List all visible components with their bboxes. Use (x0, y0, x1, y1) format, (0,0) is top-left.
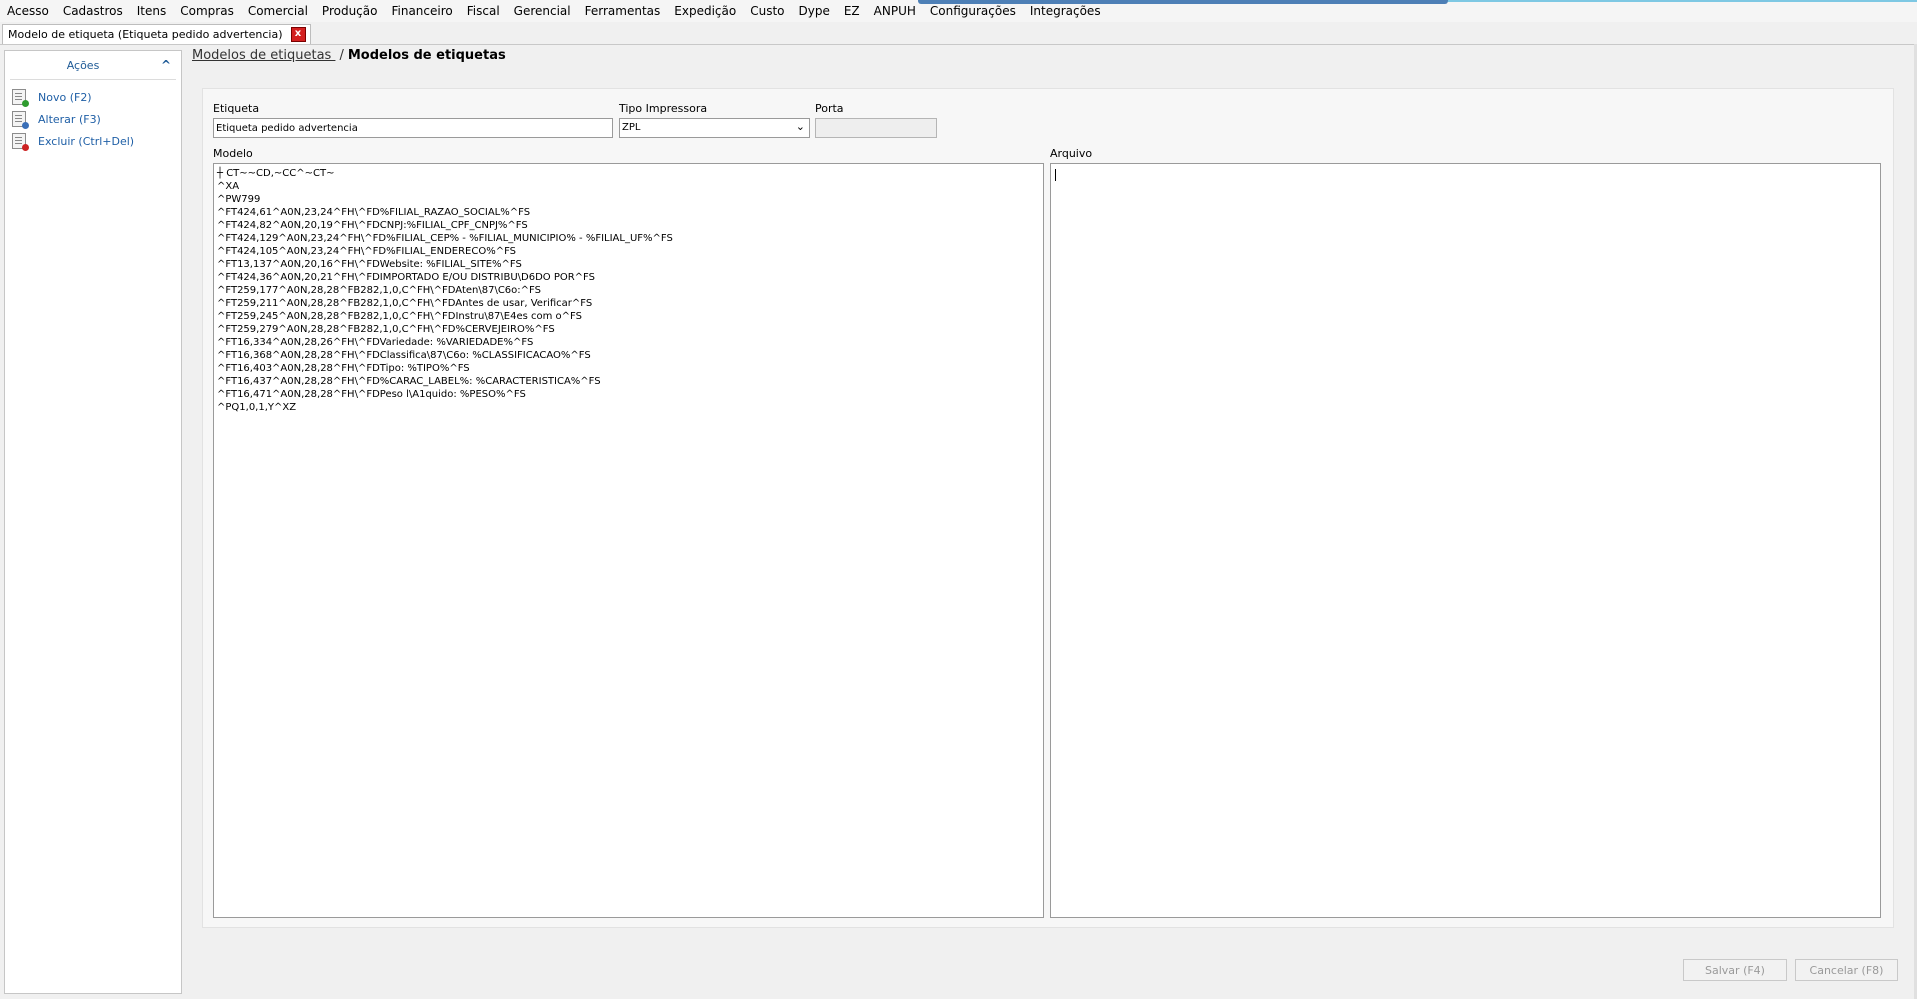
chevron-down-icon: ⌄ (795, 120, 805, 133)
actions-panel: Ações ^ Novo (F2) Alterar (F3) Excluir (… (4, 50, 182, 994)
document-tab-strip: Modelo de etiqueta (Etiqueta pedido adve… (0, 22, 1917, 45)
menu-accent-line (1448, 0, 1917, 2)
menu-compras[interactable]: Compras (173, 4, 241, 18)
new-document-icon (12, 89, 29, 107)
menu-dype[interactable]: Dype (792, 4, 837, 18)
actions-panel-header[interactable]: Ações ^ (10, 51, 176, 80)
menu-custo[interactable]: Custo (743, 4, 791, 18)
menu-gerencial[interactable]: Gerencial (507, 4, 578, 18)
porta-label: Porta (815, 102, 844, 115)
menu-ferramentas[interactable]: Ferramentas (578, 4, 668, 18)
document-tab[interactable]: Modelo de etiqueta (Etiqueta pedido adve… (2, 24, 311, 44)
delete-document-icon (12, 133, 29, 151)
menu-itens[interactable]: Itens (130, 4, 173, 18)
tipo-impressora-value: ZPL (622, 122, 641, 133)
close-icon[interactable]: x (290, 27, 306, 42)
action-excluir[interactable]: Excluir (Ctrl+Del) (5, 130, 181, 152)
menu-bar: Acesso Cadastros Itens Compras Comercial… (0, 0, 1917, 22)
menu-fiscal[interactable]: Fiscal (460, 4, 507, 18)
tipo-impressora-select[interactable]: ZPL ⌄ (619, 118, 810, 138)
menu-anpuh[interactable]: ANPUH (867, 4, 923, 18)
menu-cadastros[interactable]: Cadastros (56, 4, 130, 18)
chevron-up-icon[interactable]: ^ (159, 58, 173, 72)
cancel-button[interactable]: Cancelar (F8) (1795, 959, 1898, 981)
etiqueta-input[interactable] (213, 118, 613, 138)
modelo-text: ┼ CT~~CD,~CC^~CT~ ^XA ^PW799 ^FT424,61^A… (217, 168, 673, 413)
menu-integracoes[interactable]: Integrações (1023, 4, 1108, 18)
menu-comercial[interactable]: Comercial (241, 4, 315, 18)
actions-panel-title: Ações (66, 58, 100, 72)
breadcrumb-link[interactable]: Modelos de etiquetas (192, 48, 335, 63)
menu-configuracoes[interactable]: Configurações (923, 4, 1023, 18)
breadcrumb-separator: / (339, 48, 344, 63)
modelo-textarea[interactable]: ┼ CT~~CD,~CC^~CT~ ^XA ^PW799 ^FT424,61^A… (213, 163, 1044, 918)
edit-document-icon (12, 111, 29, 129)
menu-acesso[interactable]: Acesso (0, 4, 56, 18)
form-container: Etiqueta Tipo Impressora ZPL ⌄ Porta Mod… (202, 88, 1894, 928)
menu-expedicao[interactable]: Expedição (667, 4, 743, 18)
tipo-impressora-label: Tipo Impressora (619, 102, 708, 115)
action-novo-label: Novo (F2) (38, 90, 92, 104)
action-excluir-label: Excluir (Ctrl+Del) (38, 134, 135, 148)
document-tab-label: Modelo de etiqueta (Etiqueta pedido adve… (8, 28, 283, 41)
etiqueta-label: Etiqueta (213, 102, 260, 115)
modelo-label: Modelo (213, 147, 253, 160)
save-button[interactable]: Salvar (F4) (1683, 959, 1787, 981)
action-alterar-label: Alterar (F3) (38, 112, 101, 126)
menu-accent-bar (918, 0, 1448, 4)
action-alterar[interactable]: Alterar (F3) (5, 108, 181, 130)
action-novo[interactable]: Novo (F2) (5, 86, 181, 108)
menu-ez[interactable]: EZ (837, 4, 867, 18)
porta-input[interactable] (815, 118, 937, 138)
breadcrumb-current: Modelos de etiquetas (347, 48, 506, 63)
arquivo-textarea[interactable] (1050, 163, 1881, 918)
menu-financeiro[interactable]: Financeiro (384, 4, 459, 18)
breadcrumb: Modelos de etiquetas / Modelos de etiquet… (192, 48, 506, 63)
text-caret (1055, 169, 1056, 181)
menu-producao[interactable]: Produção (315, 4, 385, 18)
arquivo-label: Arquivo (1050, 147, 1093, 160)
